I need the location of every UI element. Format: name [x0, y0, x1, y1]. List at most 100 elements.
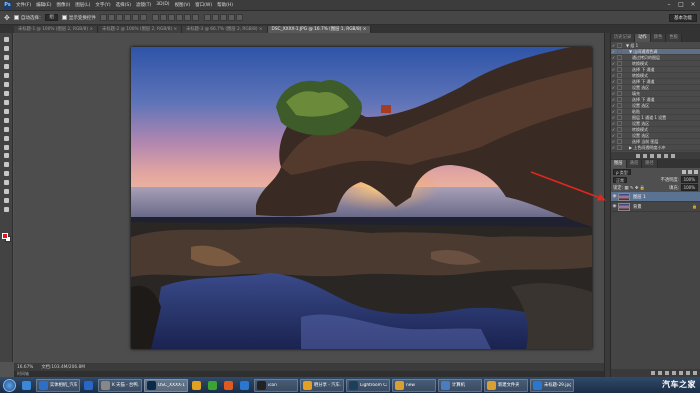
action-toggle-checkbox[interactable]: ✓ — [611, 91, 616, 96]
document-tab-0[interactable]: 未标题-1 @ 100% (图层 2, RGB/8) × — [14, 26, 99, 33]
panel-tab-layers-tabs-1[interactable]: 通道 — [626, 160, 643, 168]
dialog-toggle-box[interactable] — [617, 73, 622, 78]
move-tool-icon[interactable]: ✥ — [4, 14, 10, 22]
taskbar-item-4[interactable]: DSC_XXXX-1... — [144, 378, 188, 392]
action-toggle-checkbox[interactable]: ✓ — [611, 115, 616, 120]
menu-item-2[interactable]: 图像(I) — [56, 2, 70, 8]
path-select-tool-icon[interactable] — [1, 179, 11, 187]
distribute-center-icon[interactable] — [183, 14, 191, 21]
start-button[interactable] — [3, 378, 16, 392]
menu-item-5[interactable]: 选择(S) — [116, 2, 131, 8]
trash-icon[interactable] — [693, 371, 697, 375]
eyedropper-tool-icon[interactable] — [1, 80, 11, 88]
taskbar-item-3[interactable]: K 天猫 - 台鸭... — [98, 378, 142, 392]
taskbar-item-11[interactable]: Lightroom Ca... — [346, 378, 390, 392]
lock-icons[interactable]: ▦ ✎ ✥ 🔒 — [624, 186, 645, 191]
layer-kind-filter[interactable]: ρ 类型 — [613, 169, 631, 175]
document-tab-2[interactable]: 未标题-3 @ 66.7% (图层 2, RGB/8) × — [182, 26, 268, 33]
dialog-toggle-box[interactable] — [617, 109, 622, 114]
panel-tab-actions-tabs-3[interactable]: 色板 — [666, 34, 682, 42]
type-tool-icon[interactable] — [1, 170, 11, 178]
filter-type-icon[interactable] — [694, 170, 698, 174]
delete-icon[interactable] — [671, 153, 675, 158]
dialog-toggle-box[interactable] — [617, 127, 622, 132]
zoom-tool-icon[interactable] — [1, 206, 11, 214]
panel-tab-actions-tabs-1[interactable]: 动作 — [635, 34, 651, 42]
panel-tab-layers-tabs-0[interactable]: 图层 — [611, 160, 627, 168]
dialog-toggle-box[interactable] — [617, 97, 622, 102]
taskbar-item-1[interactable]: 实体相机_汽车... — [36, 378, 80, 392]
fx-icon[interactable] — [658, 371, 662, 375]
action-toggle-checkbox[interactable]: ✓ — [611, 127, 616, 132]
distribute-middle-icon[interactable] — [159, 14, 167, 21]
action-toggle-checkbox[interactable]: ✓ — [611, 61, 616, 66]
taskbar-item-15[interactable]: 未标题-29.jpg... — [530, 378, 574, 392]
action-toggle-checkbox[interactable]: ✓ — [611, 139, 616, 144]
dialog-toggle-box[interactable] — [617, 79, 622, 84]
workspace-selector[interactable]: 基本功能 — [669, 14, 697, 22]
taskbar-item-14[interactable]: 新建文件夹 — [484, 378, 528, 392]
stop-icon[interactable] — [636, 153, 640, 158]
fill-field[interactable]: 100% — [680, 184, 698, 191]
dodge-tool-icon[interactable] — [1, 152, 11, 160]
new-action-icon[interactable] — [664, 153, 668, 158]
shape-tool-icon[interactable] — [1, 188, 11, 196]
foreground-color-swatch[interactable] — [2, 233, 8, 239]
gradient-tool-icon[interactable] — [1, 134, 11, 142]
filter-pixel-icon[interactable] — [682, 170, 686, 174]
taskbar-item-6[interactable] — [206, 379, 220, 392]
align-middle-icon[interactable] — [107, 14, 115, 21]
new-layer-icon[interactable] — [686, 371, 690, 375]
action-toggle-checkbox[interactable]: ✓ — [611, 97, 616, 102]
menu-item-7[interactable]: 3D(D) — [156, 2, 169, 8]
action-toggle-checkbox[interactable]: ✓ — [611, 49, 616, 54]
zoom-readout[interactable]: 16.67% — [17, 365, 33, 370]
link-layers-icon[interactable] — [651, 371, 655, 375]
taskbar-item-9[interactable]: icon — [254, 378, 298, 392]
panel-tab-actions-tabs-0[interactable]: 历史记录 — [611, 34, 636, 42]
menu-item-6[interactable]: 滤镜(T) — [136, 2, 151, 8]
align-left-icon[interactable] — [123, 14, 131, 21]
pen-tool-icon[interactable] — [1, 161, 11, 169]
dialog-toggle-box[interactable] — [617, 133, 622, 138]
distribute-bottom-icon[interactable] — [167, 14, 175, 21]
taskbar-item-0[interactable] — [20, 379, 34, 392]
filter-adjust-icon[interactable] — [688, 170, 692, 174]
close-icon[interactable]: × — [688, 1, 698, 9]
blur-tool-icon[interactable] — [1, 143, 11, 151]
action-toggle-checkbox[interactable]: ✓ — [611, 109, 616, 114]
action-toggle-checkbox[interactable]: ✓ — [611, 67, 616, 72]
clone-stamp-tool-icon[interactable] — [1, 107, 11, 115]
menu-item-10[interactable]: 帮助(H) — [217, 2, 233, 8]
taskbar-item-8[interactable] — [238, 379, 252, 392]
taskbar-item-12[interactable]: new — [392, 378, 436, 392]
layer-name[interactable]: 背景 — [633, 204, 692, 210]
dialog-toggle-box[interactable] — [617, 85, 622, 90]
dialog-toggle-box[interactable] — [617, 121, 622, 126]
taskbar-item-13[interactable]: 计算机 — [438, 378, 482, 392]
distribute-left-icon[interactable] — [175, 14, 183, 21]
3d-pan-icon[interactable] — [219, 14, 227, 21]
document-tab-3[interactable]: DSC_XXXX-1.JPG @ 16.7% (图层 1, RGB/8) × — [267, 26, 372, 33]
eraser-tool-icon[interactable] — [1, 125, 11, 133]
healing-brush-tool-icon[interactable] — [1, 89, 11, 97]
group-icon[interactable] — [679, 371, 683, 375]
lasso-tool-icon[interactable] — [1, 53, 11, 61]
taskbar-item-7[interactable] — [222, 379, 236, 392]
play-icon[interactable] — [650, 153, 654, 158]
document-canvas[interactable] — [131, 47, 592, 349]
dialog-toggle-box[interactable] — [617, 139, 622, 144]
3d-scale-icon[interactable] — [235, 14, 243, 21]
dialog-toggle-box[interactable] — [617, 115, 622, 120]
maximize-icon[interactable]: □ — [676, 1, 686, 9]
marquee-tool-icon[interactable] — [1, 44, 11, 52]
taskbar-item-2[interactable] — [82, 379, 96, 392]
history-brush-tool-icon[interactable] — [1, 116, 11, 124]
mask-icon[interactable] — [665, 371, 669, 375]
menu-item-8[interactable]: 视图(V) — [175, 2, 191, 8]
record-icon[interactable] — [643, 153, 647, 158]
auto-select-checkbox[interactable] — [13, 15, 19, 20]
layer-name[interactable]: 图层 1 — [633, 194, 700, 200]
distribute-right-icon[interactable] — [191, 14, 199, 21]
dialog-toggle-box[interactable] — [617, 43, 622, 48]
